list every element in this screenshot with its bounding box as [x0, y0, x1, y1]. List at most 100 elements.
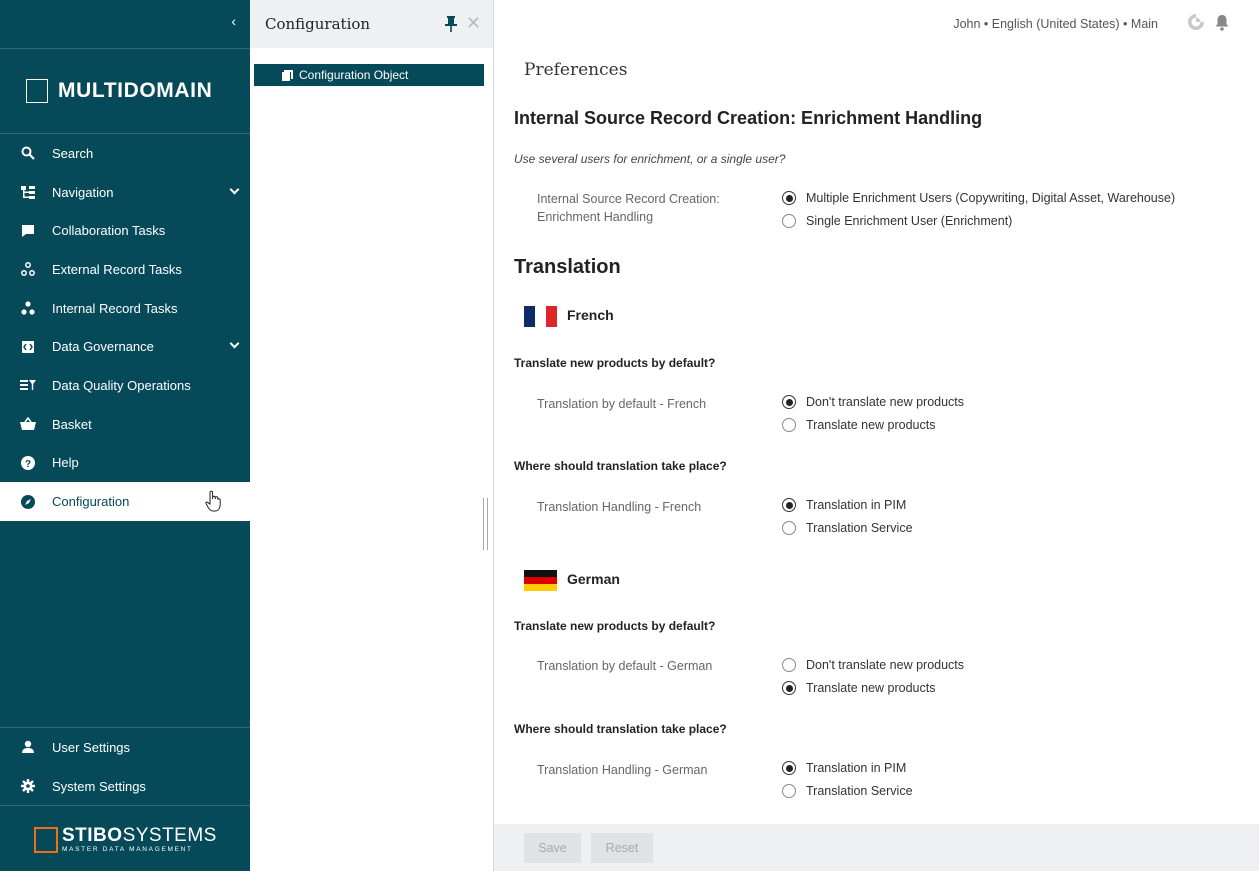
page-title: Preferences [524, 60, 628, 80]
brand-light: SYSTEMS [122, 825, 217, 846]
radio-translation-service-french[interactable]: Translation Service [782, 521, 913, 535]
radio-label: Translation in PIM [806, 498, 907, 512]
logo-text: MULTIDOMAIN [58, 79, 213, 102]
sidebar-item-label: Data Quality Operations [52, 377, 191, 393]
panel-header: Configuration ✕ [250, 0, 493, 48]
radio-label: Single Enrichment User (Enrichment) [806, 214, 1013, 228]
radio-button[interactable] [782, 418, 796, 432]
app-logo: MULTIDOMAIN [26, 78, 212, 104]
section-heading-translation: Translation [514, 256, 621, 278]
field-label-translation-default-french: Translation by default - French [537, 397, 707, 411]
sidebar-bottom-nav: User Settings System Settings [0, 728, 250, 805]
french-flag-icon [524, 306, 557, 327]
sidebar-item-label: Basket [52, 416, 92, 432]
sidebar-item-data-quality-operations[interactable]: Data Quality Operations [0, 366, 250, 405]
radio-button[interactable] [782, 681, 796, 695]
stibo-systems-logo: STIBOSYSTEMS MASTER DATA MANAGEMENT [34, 826, 217, 854]
radio-label: Don't translate new products [806, 658, 965, 672]
radio-button[interactable] [782, 191, 796, 205]
chevron-down-icon[interactable] [229, 184, 240, 195]
sidebar-item-configuration[interactable]: Configuration [0, 482, 250, 521]
nodes-icon [20, 261, 36, 277]
tree-icon [20, 184, 36, 200]
radio-button[interactable] [782, 214, 796, 228]
brand-name: STIBOSYSTEMS [62, 826, 217, 845]
app-window: ‹ MULTIDOMAIN Search Navigation Collabor… [0, 0, 1259, 871]
question-translation-location-german: Where should translation take place? [514, 722, 727, 736]
sidebar-item-external-record-tasks[interactable]: External Record Tasks [0, 250, 250, 289]
radio-dont-translate-french[interactable]: Don't translate new products [782, 395, 964, 409]
pin-icon[interactable] [445, 16, 457, 37]
sidebar-item-basket[interactable]: Basket [0, 405, 250, 444]
radio-button[interactable] [782, 658, 796, 672]
sidebar-item-internal-record-tasks[interactable]: Internal Record Tasks [0, 289, 250, 328]
radio-button[interactable] [782, 761, 796, 775]
preferences-page: Preferences Internal Source Record Creat… [494, 48, 1259, 824]
german-flag-icon [524, 570, 557, 591]
radio-button[interactable] [782, 784, 796, 798]
sidebar-item-collaboration-tasks[interactable]: Collaboration Tasks [0, 211, 250, 250]
radio-translation-in-pim-german[interactable]: Translation in PIM [782, 761, 906, 775]
compass-icon [20, 494, 36, 510]
close-icon[interactable]: ✕ [466, 14, 481, 32]
radio-label: Don't translate new products [806, 395, 965, 409]
radio-button[interactable] [782, 521, 796, 535]
section-description: Use several users for enrichment, or a s… [514, 152, 786, 166]
question-translate-default-french: Translate new products by default? [514, 356, 716, 370]
reset-button[interactable]: Reset [591, 833, 653, 863]
logo-square-icon [26, 79, 48, 103]
sidebar-divider [0, 805, 250, 806]
radio-translation-service-german[interactable]: Translation Service [782, 784, 913, 798]
tree-item-label: Configuration Object [299, 68, 409, 82]
language-name-french: French [567, 307, 614, 323]
bell-icon[interactable] [1215, 14, 1229, 36]
radio-multiple-enrichment-users[interactable]: Multiple Enrichment Users (Copywriting, … [782, 191, 1175, 205]
sidebar-item-label: Navigation [52, 184, 114, 200]
radio-translate-french[interactable]: Translate new products [782, 418, 935, 432]
radio-label: Translation Service [806, 784, 913, 798]
progress-icon[interactable] [1187, 13, 1205, 36]
user-context-info[interactable]: John • English (United States) • Main [953, 17, 1158, 31]
radio-button[interactable] [782, 395, 796, 409]
sidebar-item-label: External Record Tasks [52, 261, 182, 277]
field-label-translation-handling-german: Translation Handling - German [537, 763, 708, 777]
brand-square-icon [34, 826, 58, 853]
panel-resize-handle[interactable] [483, 498, 488, 550]
radio-label: Translation in PIM [806, 761, 907, 775]
radio-label: Translation Service [806, 521, 913, 535]
sidebar-item-navigation[interactable]: Navigation [0, 173, 250, 212]
sidebar-item-label: System Settings [52, 778, 146, 794]
brand-bold: STIBO [62, 825, 123, 846]
form-footer: Save Reset [494, 824, 1259, 871]
sidebar-item-label: Internal Record Tasks [52, 300, 178, 316]
collapse-sidebar-icon[interactable]: ‹ [231, 12, 236, 30]
chevron-down-icon[interactable] [229, 338, 240, 349]
sidebar-item-data-governance[interactable]: Data Governance [0, 327, 250, 366]
question-translation-location-french: Where should translation take place? [514, 459, 727, 473]
svg-text:?: ? [25, 459, 31, 470]
field-label-enrichment-handling: Internal Source Record Creation: Enrichm… [537, 192, 720, 224]
radio-translation-in-pim-french[interactable]: Translation in PIM [782, 498, 906, 512]
brand-text: STIBOSYSTEMS MASTER DATA MANAGEMENT [62, 826, 217, 854]
radio-single-enrichment-user[interactable]: Single Enrichment User (Enrichment) [782, 214, 1012, 228]
radio-button[interactable] [782, 498, 796, 512]
radio-label: Translate new products [806, 418, 936, 432]
sidebar-item-system-settings[interactable]: System Settings [0, 767, 250, 806]
section-heading-enrichment: Internal Source Record Creation: Enrichm… [514, 108, 983, 128]
sidebar-item-search[interactable]: Search [0, 134, 250, 173]
radio-translate-german[interactable]: Translate new products [782, 681, 935, 695]
radio-dont-translate-german[interactable]: Don't translate new products [782, 658, 964, 672]
configuration-panel: Configuration ✕ Configuration Object [250, 0, 494, 871]
sidebar-nav: Search Navigation Collaboration Tasks Ex… [0, 134, 250, 521]
save-button[interactable]: Save [524, 833, 581, 863]
sidebar-item-user-settings[interactable]: User Settings [0, 728, 250, 767]
question-translate-default-german: Translate new products by default? [514, 619, 716, 633]
sidebar-item-label: Search [52, 145, 94, 161]
sidebar-item-help[interactable]: ? Help [0, 444, 250, 483]
search-icon [20, 145, 36, 161]
top-bar: John • English (United States) • Main [494, 0, 1259, 48]
filter-list-icon [20, 377, 36, 393]
tree-item-configuration-object[interactable]: Configuration Object [254, 64, 484, 86]
brand-tagline: MASTER DATA MANAGEMENT [62, 846, 193, 853]
radio-label: Multiple Enrichment Users (Copywriting, … [806, 191, 1176, 205]
